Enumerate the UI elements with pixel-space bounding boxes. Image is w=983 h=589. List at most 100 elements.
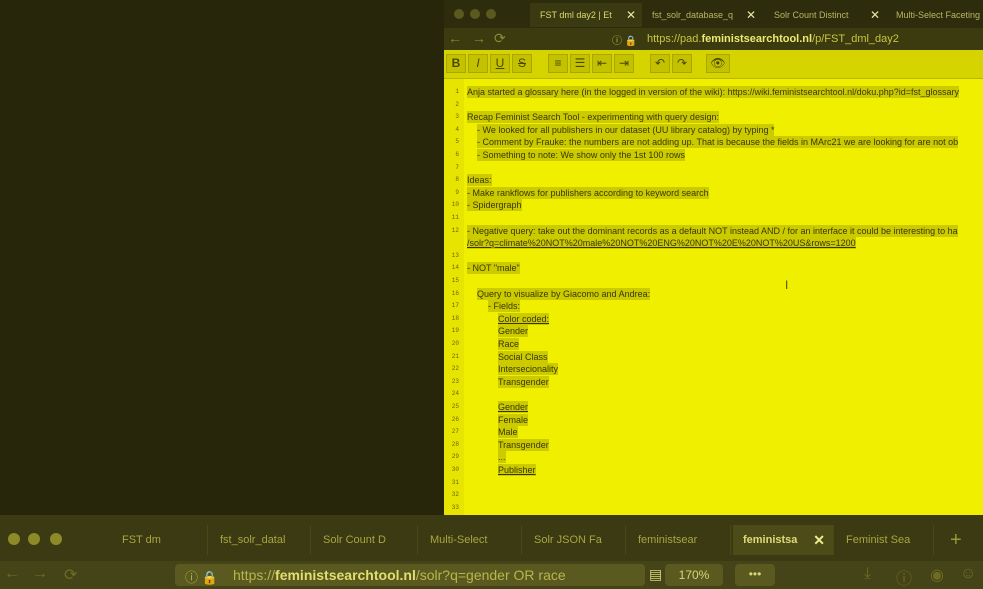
- pad-line[interactable]: 25 Gender: [444, 401, 983, 413]
- pad-line[interactable]: 15: [444, 275, 983, 287]
- pad-line[interactable]: 32: [444, 489, 983, 501]
- pad-line[interactable]: 22 Intersecionality: [444, 363, 983, 376]
- line-number: 14: [451, 264, 459, 272]
- view-eye-icon[interactable]: 👁: [706, 54, 730, 73]
- pad-line[interactable]: 7: [444, 162, 983, 174]
- pad-line[interactable]: 30 Publisher: [444, 464, 983, 476]
- redo-button[interactable]: ↷: [672, 54, 692, 73]
- tab-label: Multi-Select: [430, 534, 488, 546]
- pad-line[interactable]: 17 - Fields:: [444, 300, 983, 313]
- maximize-window-dot[interactable]: [50, 533, 62, 545]
- more-options-button[interactable]: •••: [735, 564, 775, 586]
- new-tab-button[interactable]: +: [950, 529, 962, 552]
- pad-line[interactable]: 31: [444, 477, 983, 489]
- pad-line[interactable]: 11: [444, 212, 983, 224]
- tab-7[interactable]: feministsa ✕: [733, 525, 834, 555]
- line-number: 18: [451, 314, 459, 322]
- line-text: Publisher: [498, 464, 536, 476]
- pad-line[interactable]: 12 - Negative query: take out the dominan…: [444, 224, 983, 237]
- pad-line[interactable]: 27 Male: [444, 426, 983, 439]
- minimize-window-dot[interactable]: [470, 9, 480, 19]
- zoom-indicator[interactable]: 170%: [665, 564, 723, 586]
- site-info-lock-icon[interactable]: ⓘ 🔒: [612, 32, 637, 47]
- ordered-list-button[interactable]: ≡: [548, 54, 568, 73]
- back-arrow-icon[interactable]: ←: [448, 30, 462, 46]
- pad-line[interactable]: 21 Social Class: [444, 350, 983, 363]
- close-tab-icon[interactable]: ✕: [626, 3, 636, 27]
- line-text: Anja started a glossary here (in the log…: [467, 86, 960, 98]
- reload-icon[interactable]: ⟳: [64, 565, 77, 585]
- close-window-dot[interactable]: [454, 9, 464, 19]
- pad-line[interactable]: 23 Transgender: [444, 375, 983, 388]
- pad-line[interactable]: 8 Ideas:: [444, 174, 983, 187]
- site-info-lock-icon[interactable]: ⓘ 🔒: [185, 567, 218, 586]
- line-text: Recap Feminist Search Tool - experimenti…: [467, 111, 719, 124]
- line-number: 10: [451, 201, 459, 209]
- line-number: 13: [451, 251, 459, 259]
- tab-1[interactable]: FST dm: [112, 525, 208, 555]
- bold-button[interactable]: B: [446, 54, 466, 73]
- download-icon[interactable]: ⤓: [864, 565, 871, 583]
- unordered-list-button[interactable]: ☰: [570, 54, 590, 73]
- tab-3[interactable]: Solr Count D: [313, 525, 418, 555]
- address-bar[interactable]: ⓘ 🔒 https://feministsearchtool.nl/solr?q…: [175, 564, 662, 586]
- pad-line[interactable]: 19 Gender: [444, 325, 983, 338]
- forward-arrow-icon[interactable]: →: [472, 30, 486, 46]
- line-text: - Spidergraph: [467, 199, 522, 212]
- close-tab-icon[interactable]: ✕: [746, 3, 756, 27]
- indent-button[interactable]: ⇥: [614, 54, 634, 73]
- forward-arrow-icon[interactable]: →: [32, 565, 48, 583]
- tab-fst-dml-day2[interactable]: FST dml day2 | Et ✕: [530, 3, 642, 27]
- pad-line[interactable]: 2: [444, 99, 983, 111]
- outdent-button[interactable]: ⇤: [592, 54, 612, 73]
- pad-line[interactable]: 20 Race: [444, 338, 983, 350]
- line-number: 3: [455, 113, 459, 121]
- back-arrow-icon[interactable]: ←: [4, 565, 20, 583]
- pad-line[interactable]: 3 Recap Feminist Search Tool - experiment…: [444, 111, 983, 124]
- close-tab-icon[interactable]: ✕: [870, 3, 880, 27]
- maximize-window-dot[interactable]: [486, 9, 496, 19]
- url-path: /p/FST_dml_day2: [812, 33, 899, 45]
- tab-solr-count-distinct[interactable]: Solr Count Distinct ✕: [764, 3, 886, 27]
- pad-line[interactable]: 33: [444, 502, 983, 514]
- tab-multi-select-faceting[interactable]: Multi-Select Faceting: [886, 3, 983, 27]
- pad-editor[interactable]: 1 Anja started a glossary here (in the lo…: [444, 79, 983, 515]
- pad-line[interactable]: 14 - NOT "male": [444, 262, 983, 275]
- tab-fst-solr-database[interactable]: fst_solr_database_q ✕: [642, 3, 762, 27]
- italic-button[interactable]: I: [468, 54, 488, 73]
- pad-line[interactable]: 9 - Make rankflows for publishers accordi…: [444, 186, 983, 199]
- pad-line[interactable]: 10 - Spidergraph: [444, 199, 983, 212]
- line-text: Ideas:: [467, 174, 492, 187]
- pad-line[interactable]: 6 - Something to note: We show only the 1…: [444, 149, 983, 161]
- pad-line[interactable]: /solr?q=climate%20NOT%20male%20NOT%20ENG…: [444, 237, 983, 250]
- line-text: - Negative query: take out the dominant …: [467, 224, 958, 237]
- address-bar[interactable]: https://pad.feministsearchtool.nl/p/FST_…: [647, 31, 899, 47]
- account-icon[interactable]: ☺: [960, 565, 976, 583]
- pad-line[interactable]: 29...: [444, 451, 983, 464]
- strikethrough-button[interactable]: S: [512, 54, 532, 73]
- tab-5[interactable]: Solr JSON Fa: [524, 525, 626, 555]
- tab-4[interactable]: Multi-Select: [420, 525, 522, 555]
- pad-line[interactable]: 24: [444, 388, 983, 400]
- pad-line[interactable]: 26 Female: [444, 413, 983, 426]
- pad-line[interactable]: 28 Transgender: [444, 438, 983, 451]
- pad-line[interactable]: 13: [444, 250, 983, 262]
- undo-button[interactable]: ↶: [650, 54, 670, 73]
- reader-view-icon[interactable]: ▤: [649, 566, 662, 583]
- minimize-window-dot[interactable]: [28, 533, 40, 545]
- extension-icon[interactable]: ◉: [930, 565, 944, 585]
- pad-line[interactable]: 5 - Comment by Frauke: the numbers are no…: [444, 136, 983, 149]
- pad-line[interactable]: 18 Color coded:: [444, 312, 983, 325]
- tab-8[interactable]: Feminist Sea: [836, 525, 934, 555]
- line-text: - Something to note: We show only the 1s…: [477, 149, 685, 161]
- tab-2[interactable]: fst_solr_datal: [210, 525, 311, 555]
- pad-line[interactable]: 16 Query to visualize by Giacomo and Andr…: [444, 287, 983, 300]
- reload-icon[interactable]: ⟳: [494, 30, 506, 47]
- pad-line[interactable]: 1 Anja started a glossary here (in the lo…: [444, 86, 983, 98]
- underline-button[interactable]: U: [490, 54, 510, 73]
- close-window-dot[interactable]: [8, 533, 20, 545]
- close-tab-icon[interactable]: ✕: [813, 525, 825, 555]
- tab-6[interactable]: feministsear: [628, 525, 731, 555]
- info-icon[interactable]: ⓘ: [896, 565, 912, 589]
- pad-line[interactable]: 4 - We looked for all publishers in our d…: [444, 123, 983, 136]
